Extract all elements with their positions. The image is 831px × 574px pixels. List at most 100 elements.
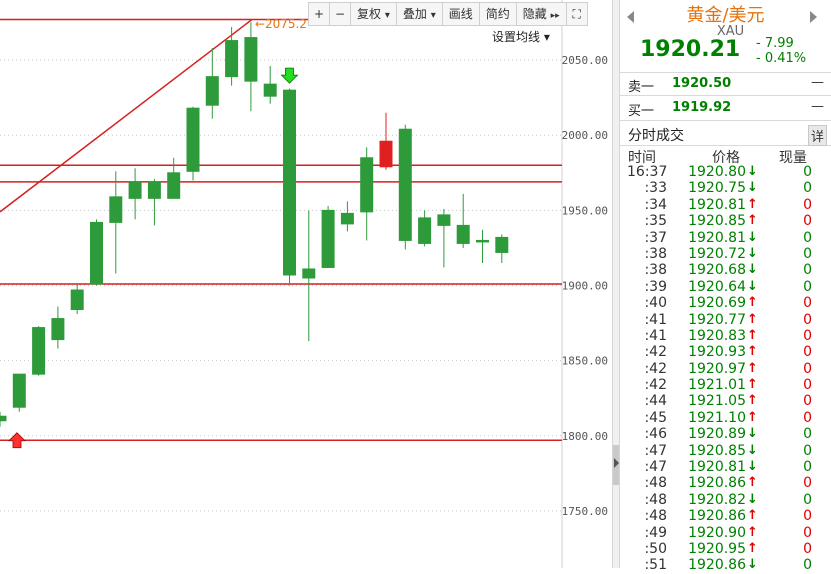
- trade-price: 1920.80: [688, 164, 746, 180]
- divider: [620, 95, 831, 96]
- ask-label: 卖一: [628, 80, 655, 95]
- bid-row: 买一 1919.92 —: [620, 97, 831, 119]
- trade-row: :42 1920.93 ↑ 0: [620, 344, 831, 360]
- ask-price: 1920.50: [672, 76, 732, 91]
- sell-arrow-icon: [280, 67, 299, 84]
- trade-price: 1920.86: [688, 475, 746, 492]
- trade-time: :49: [644, 524, 667, 541]
- trade-volume: 0: [803, 409, 812, 426]
- zoom-in-button[interactable]: +: [309, 3, 330, 25]
- trade-price: 1921.05: [688, 393, 746, 410]
- candle-body: [186, 107, 200, 172]
- peak-price-label: ←2075.2: [255, 17, 307, 31]
- next-symbol-icon[interactable]: [810, 11, 817, 23]
- ma-setting-dropdown[interactable]: 设置均线 ▾: [492, 28, 550, 45]
- panel-splitter[interactable]: [612, 0, 620, 568]
- trade-time: :35: [644, 213, 667, 230]
- candle-body: [360, 157, 374, 213]
- quote-header: 黄金/美元 XAU 1920.21 - 7.99 - 0.41%: [620, 0, 831, 73]
- hide-label: 隐藏: [522, 7, 547, 21]
- bid-label: 买一: [628, 104, 655, 119]
- trade-volume: 0: [803, 377, 812, 394]
- draw-line-button[interactable]: 画线: [443, 3, 480, 25]
- overlay-dropdown[interactable]: 叠加 ▾: [397, 3, 443, 25]
- fuquan-dropdown[interactable]: 复权 ▾: [351, 3, 397, 25]
- candle-body: [437, 214, 451, 226]
- trade-row: :41 1920.83 ↑ 0: [620, 328, 831, 344]
- arrow-down-icon: ↓: [747, 278, 758, 294]
- trade-row: :41 1920.77 ↑ 0: [620, 312, 831, 328]
- trade-time: :39: [644, 278, 667, 295]
- trade-volume: 0: [803, 508, 812, 525]
- trade-volume: 0: [803, 557, 812, 574]
- trade-volume: 0: [803, 245, 812, 262]
- trade-volume: 0: [803, 196, 812, 213]
- fuquan-label: 复权: [357, 7, 382, 21]
- arrow-up-icon: ↑: [747, 475, 758, 491]
- trade-row: :50 1920.95 ↑ 0: [620, 541, 831, 557]
- trade-time: :45: [644, 409, 667, 426]
- trade-price: 1920.82: [688, 491, 746, 508]
- candlestick-chart[interactable]: 2050.00 2000.00 1950.00 1900.00 1850.00 1800.…: [0, 0, 612, 568]
- arrow-down-icon: ↓: [747, 557, 758, 573]
- candle-body: [283, 89, 296, 276]
- arrow-up-icon: ↑: [747, 295, 758, 311]
- trade-price: 1920.85: [688, 213, 746, 230]
- trade-price: 1920.90: [688, 524, 746, 541]
- trade-volume: 0: [803, 262, 812, 279]
- detail-button[interactable]: 详: [807, 125, 827, 146]
- arrow-up-icon: ↑: [747, 360, 758, 376]
- candle-body: [321, 209, 335, 268]
- collapse-arrow-icon[interactable]: [614, 458, 619, 468]
- trade-price: 1921.10: [688, 409, 746, 426]
- arrow-down-icon: ↓: [747, 426, 758, 442]
- trade-time: :48: [644, 491, 667, 508]
- candle-body: [340, 212, 354, 225]
- trade-row: :40 1920.69 ↑ 0: [620, 295, 831, 311]
- y-tick-label: 2000.00: [562, 129, 608, 142]
- trade-price: 1920.97: [688, 360, 746, 377]
- trade-time: :38: [644, 262, 667, 279]
- trade-price: 1920.69: [688, 295, 746, 312]
- arrow-up-icon: ↑: [747, 311, 758, 327]
- trade-time: :48: [644, 475, 667, 492]
- ask-volume: —: [811, 75, 824, 90]
- arrow-down-icon: ↓: [747, 442, 758, 458]
- trade-volume: 0: [803, 344, 812, 361]
- candle-body: [398, 128, 412, 241]
- trend-line: [0, 18, 253, 213]
- buy-arrow-icon: [8, 432, 26, 449]
- expand-icon[interactable]: ⛶: [567, 3, 587, 25]
- trade-volume: 0: [803, 360, 812, 377]
- trade-price: 1920.68: [688, 262, 746, 279]
- trade-list[interactable]: 16:37 1920.80 ↓ 0:33 1920.75 ↓ 0:34 1920.81 ↑ 0:3…: [620, 164, 831, 574]
- trade-time: :51: [644, 557, 667, 574]
- trade-row: :47 1920.81 ↓ 0: [620, 459, 831, 475]
- hide-button[interactable]: 隐藏 ▸▸: [517, 3, 567, 25]
- last-price: 1920.21: [640, 37, 741, 62]
- zoom-out-button[interactable]: −: [330, 3, 351, 25]
- trade-volume: 0: [803, 540, 812, 557]
- trade-volume: 0: [803, 164, 812, 180]
- candle-body: [476, 239, 489, 243]
- trade-price: 1920.75: [688, 180, 746, 197]
- trade-row: :37 1920.81 ↓ 0: [620, 230, 831, 246]
- arrow-down-icon: ↓: [747, 229, 758, 245]
- trade-time: :47: [644, 459, 667, 476]
- candle-body: [456, 224, 470, 244]
- candle-body: [147, 181, 161, 199]
- trade-row: :35 1920.85 ↑ 0: [620, 213, 831, 229]
- trade-row: :44 1921.05 ↑ 0: [620, 393, 831, 409]
- trade-time: :33: [644, 180, 667, 197]
- candle-body: [167, 172, 181, 199]
- chart-pane[interactable]: 2050.00 2000.00 1950.00 1900.00 1850.00 1800.…: [0, 0, 612, 568]
- simple-mode-button[interactable]: 简约: [480, 3, 517, 25]
- trade-time: :42: [644, 377, 667, 394]
- trade-price: 1920.72: [688, 245, 746, 262]
- candle-body: [379, 140, 393, 168]
- trade-row: :51 1920.86 ↓ 0: [620, 557, 831, 573]
- arrow-up-icon: ↑: [747, 508, 758, 524]
- trade-row: 16:37 1920.80 ↓ 0: [620, 164, 831, 180]
- trade-row: :38 1920.68 ↓ 0: [620, 262, 831, 278]
- trade-time: 16:37: [627, 164, 668, 180]
